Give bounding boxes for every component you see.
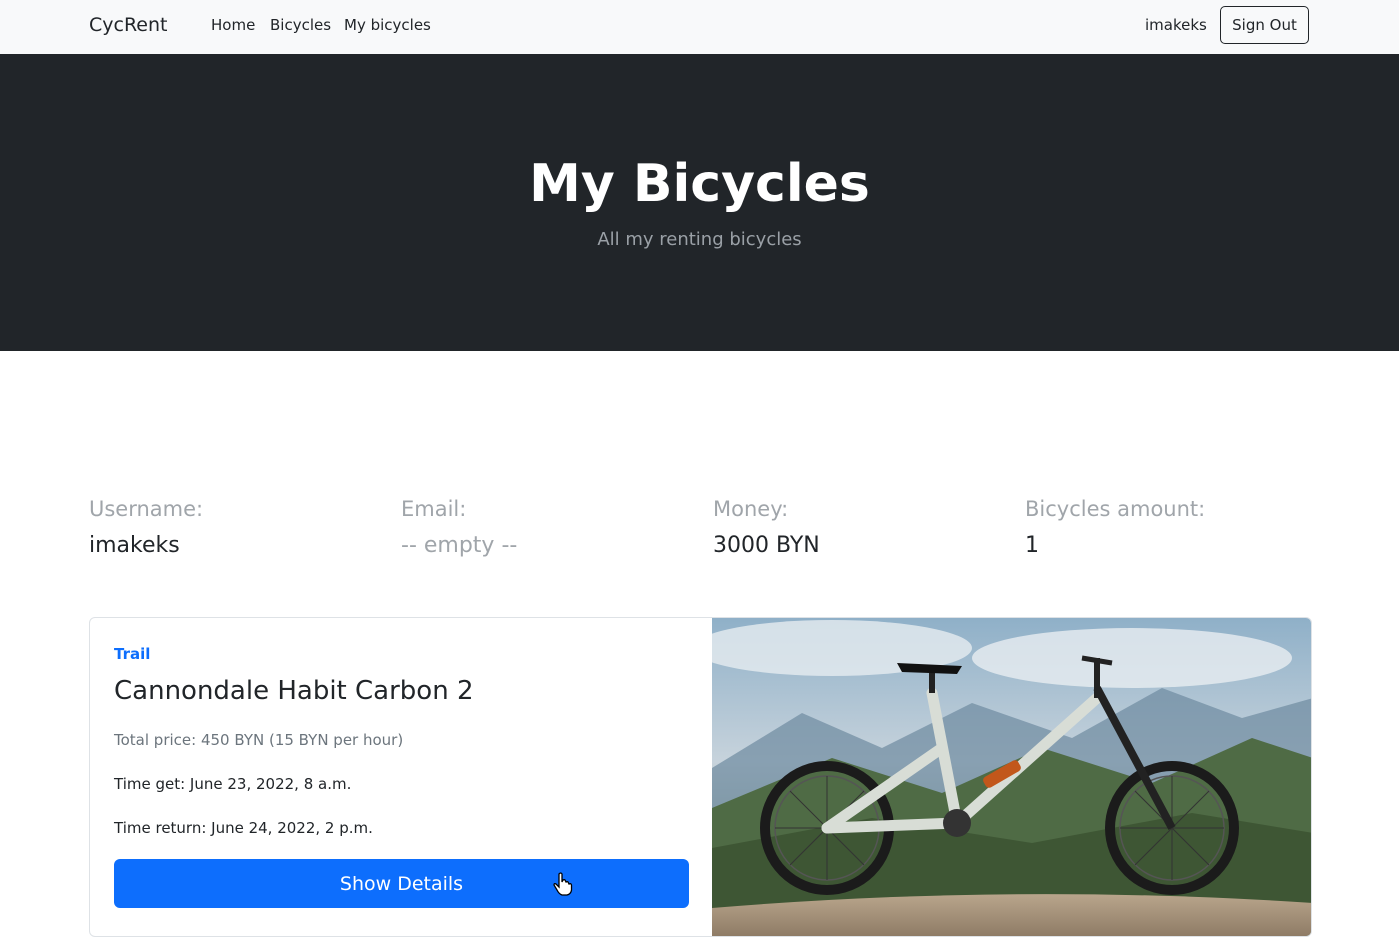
stat-label: Bicycles amount: bbox=[1025, 497, 1206, 521]
stat-email: Email: -- empty -- bbox=[401, 497, 701, 558]
time-get: Time get: June 23, 2022, 8 a.m. bbox=[114, 775, 352, 793]
stat-label: Username: bbox=[89, 497, 204, 521]
stat-label: Money: bbox=[713, 497, 789, 521]
bike-category: Trail bbox=[114, 645, 151, 663]
stat-value: 3000 BYN bbox=[713, 533, 820, 558]
nav-link-bicycles[interactable]: Bicycles bbox=[270, 16, 331, 34]
stat-value: 1 bbox=[1025, 533, 1039, 558]
bicycle-photo-icon bbox=[712, 618, 1311, 936]
bike-name: Cannondale Habit Carbon 2 bbox=[114, 676, 474, 706]
show-details-button[interactable]: Show Details bbox=[114, 859, 689, 908]
stat-value: -- empty -- bbox=[401, 533, 518, 558]
bicycle-photo bbox=[712, 618, 1311, 936]
top-navbar: CycRent Home Bicycles My bicycles imakek… bbox=[0, 0, 1399, 54]
total-price: Total price: 450 BYN (15 BYN per hour) bbox=[114, 731, 404, 749]
sign-out-button[interactable]: Sign Out bbox=[1220, 6, 1309, 44]
brand-logo[interactable]: CycRent bbox=[89, 14, 168, 36]
stat-money: Money: 3000 BYN bbox=[713, 497, 1013, 558]
nav-link-home[interactable]: Home bbox=[211, 16, 255, 34]
page-subtitle: All my renting bicycles bbox=[597, 229, 802, 250]
rental-card: Trail Cannondale Habit Carbon 2 Total pr… bbox=[89, 617, 1312, 937]
hero-banner: My Bicycles All my renting bicycles bbox=[0, 54, 1399, 351]
time-return: Time return: June 24, 2022, 2 p.m. bbox=[114, 819, 373, 837]
stat-label: Email: bbox=[401, 497, 467, 521]
nav-link-my-bicycles[interactable]: My bicycles bbox=[344, 16, 431, 34]
stat-bicycles-amount: Bicycles amount: 1 bbox=[1025, 497, 1325, 558]
page-title: My Bicycles bbox=[529, 154, 870, 214]
hand-cursor-icon bbox=[553, 872, 573, 896]
stat-value: imakeks bbox=[89, 533, 180, 558]
stat-username: Username: imakeks bbox=[89, 497, 389, 558]
rental-card-body: Trail Cannondale Habit Carbon 2 Total pr… bbox=[90, 618, 712, 936]
current-username: imakeks bbox=[1145, 16, 1207, 34]
